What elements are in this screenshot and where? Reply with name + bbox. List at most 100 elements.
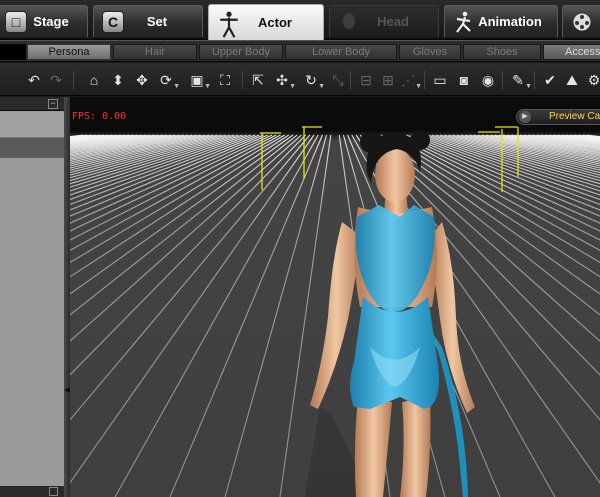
left-panel-row[interactable] (0, 112, 64, 138)
grid-line (536, 134, 600, 145)
tab-actor[interactable]: Actor (208, 4, 324, 40)
rotate-tool[interactable]: ⟳ ▼ (156, 70, 180, 90)
snap-icon: ⋰ (401, 72, 415, 88)
tab-actor-label: Actor (258, 15, 292, 30)
dropdown-arrow-icon: ▼ (173, 83, 180, 90)
grid-line (70, 134, 252, 201)
box-view-tool[interactable]: ▣ ▼ (187, 70, 211, 90)
left-panel-row[interactable] (0, 138, 64, 158)
tab-stage[interactable]: □ Stage (0, 5, 88, 37)
grid-line (465, 134, 600, 167)
window-icon[interactable]: ▭ (430, 70, 450, 90)
subtab-upper-body[interactable]: Upper Body (199, 44, 283, 60)
move-icon[interactable]: ✥ (132, 70, 152, 90)
main-tab-bar: □ Stage C Set Actor Head Animation (0, 0, 600, 40)
fps-readout: FPS: 0.00 (72, 111, 127, 122)
tab-set[interactable]: C Set (93, 5, 203, 37)
subtab-persona[interactable]: Persona (27, 44, 111, 60)
left-panel: − (0, 97, 64, 497)
dropdown-arrow-icon: ▼ (525, 83, 532, 90)
dropdown-arrow-icon: ▼ (204, 83, 211, 90)
grid-line (70, 134, 239, 188)
snap-tool[interactable]: ⋰ ▼ (398, 70, 422, 90)
grid-line (444, 134, 600, 179)
tab-set-label: Set (146, 14, 168, 29)
toolbar-separator (424, 71, 425, 89)
grid-line (439, 134, 600, 182)
rotate-camera-tool[interactable]: ↻ ▼ (301, 70, 325, 90)
grid-line (70, 134, 226, 179)
left-panel-footer (0, 486, 64, 497)
grid-line (70, 134, 231, 182)
grid-line (582, 134, 600, 138)
scale-icon[interactable]: ⤡ (328, 70, 348, 90)
subtab-lower-body[interactable]: Lower Body (285, 44, 397, 60)
grid-line (70, 134, 168, 153)
grid-line (456, 134, 600, 171)
toolbar-separator (534, 71, 535, 89)
grid-line (70, 134, 306, 376)
brush-tool[interactable]: ✎ ▼ (508, 70, 532, 90)
tab-stage-label: Stage (33, 14, 69, 29)
grid-line (70, 134, 155, 150)
toolbar-separator (242, 71, 243, 89)
grid-line (70, 134, 134, 145)
grid-line (507, 134, 600, 152)
subtab-gloves[interactable]: Gloves (399, 44, 461, 60)
grid-line (70, 134, 277, 241)
fit-view-icon[interactable]: ◉ (478, 70, 498, 90)
subtab-hair[interactable]: Hair (113, 44, 197, 60)
grid-line (70, 134, 273, 232)
dropdown-arrow-icon: ▼ (289, 83, 296, 90)
dropdown-arrow-icon: ▼ (415, 83, 422, 90)
grid-line (70, 134, 235, 185)
grid-line (460, 134, 600, 169)
left-panel-header: − (0, 97, 64, 111)
toolbar-separator (73, 71, 74, 89)
minimize-icon[interactable]: − (48, 99, 58, 109)
tab-animation-label: Animation (478, 14, 542, 29)
frame-icon[interactable]: ⛶ (215, 70, 235, 90)
grid-line (70, 134, 298, 316)
subtab-accessories[interactable]: Access (543, 44, 600, 60)
grid-line (515, 134, 600, 150)
sub-tab-bar: Persona Hair Upper Body Lower Body Glove… (0, 40, 600, 62)
terrain-icon[interactable]: ⛰ (562, 70, 582, 90)
minimize-icon[interactable] (49, 487, 58, 496)
tab-animation[interactable]: Animation (444, 5, 558, 37)
toolbar-separator (350, 71, 351, 89)
grid-line (70, 134, 290, 278)
tab-head[interactable]: Head (329, 5, 439, 37)
3d-viewport[interactable]: FPS: 0.00 ▶ Preview Ca (70, 97, 600, 497)
subtab-shoes[interactable]: Shoes (463, 44, 541, 60)
undo-icon[interactable]: ↶ (24, 70, 44, 90)
grid-line (70, 134, 210, 169)
preview-camera-dropdown[interactable]: ▶ Preview Ca (516, 109, 600, 125)
align-icon[interactable]: ⊟ (356, 70, 376, 90)
viewport-scene (70, 126, 600, 497)
home-icon[interactable]: ⌂ (84, 70, 104, 90)
redo-icon[interactable]: ↷ (46, 70, 66, 90)
grid-line (528, 134, 600, 147)
grid-line (70, 134, 281, 251)
grid-line (70, 134, 88, 138)
check-icon[interactable]: ✔ (540, 70, 560, 90)
preview-icon[interactable]: ◙ (454, 70, 474, 90)
grid-line (70, 134, 302, 342)
transform-tool[interactable]: ✣ ▼ (272, 70, 296, 90)
grid-line (549, 134, 600, 143)
grid-line (452, 134, 600, 174)
tab-head-label: Head (377, 14, 409, 29)
grid-line (70, 134, 218, 174)
select-icon[interactable]: ⇱ (248, 70, 268, 90)
transform-icon: ✣ (276, 72, 288, 88)
settings-icon[interactable]: ⚙ (584, 70, 600, 90)
tab-film[interactable] (562, 5, 600, 37)
rotate-camera-icon: ↻ (305, 72, 317, 88)
main-toolbar: ↶ ↷ ⌂ ⬍ ✥ ⟳ ▼ ▣ ▼ ⛶ ⇱ ✣ ▼ ↻ ▼ ⤡ ⊟ ⊞ ⋰ ▼ ▭ ◙ ◉… (0, 63, 600, 96)
rotate-icon: ⟳ (160, 72, 172, 88)
drop-to-floor-icon[interactable]: ⬍ (108, 70, 128, 90)
toolbar-separator (502, 71, 503, 89)
grid-line (70, 134, 311, 421)
distribute-icon[interactable]: ⊞ (378, 70, 398, 90)
